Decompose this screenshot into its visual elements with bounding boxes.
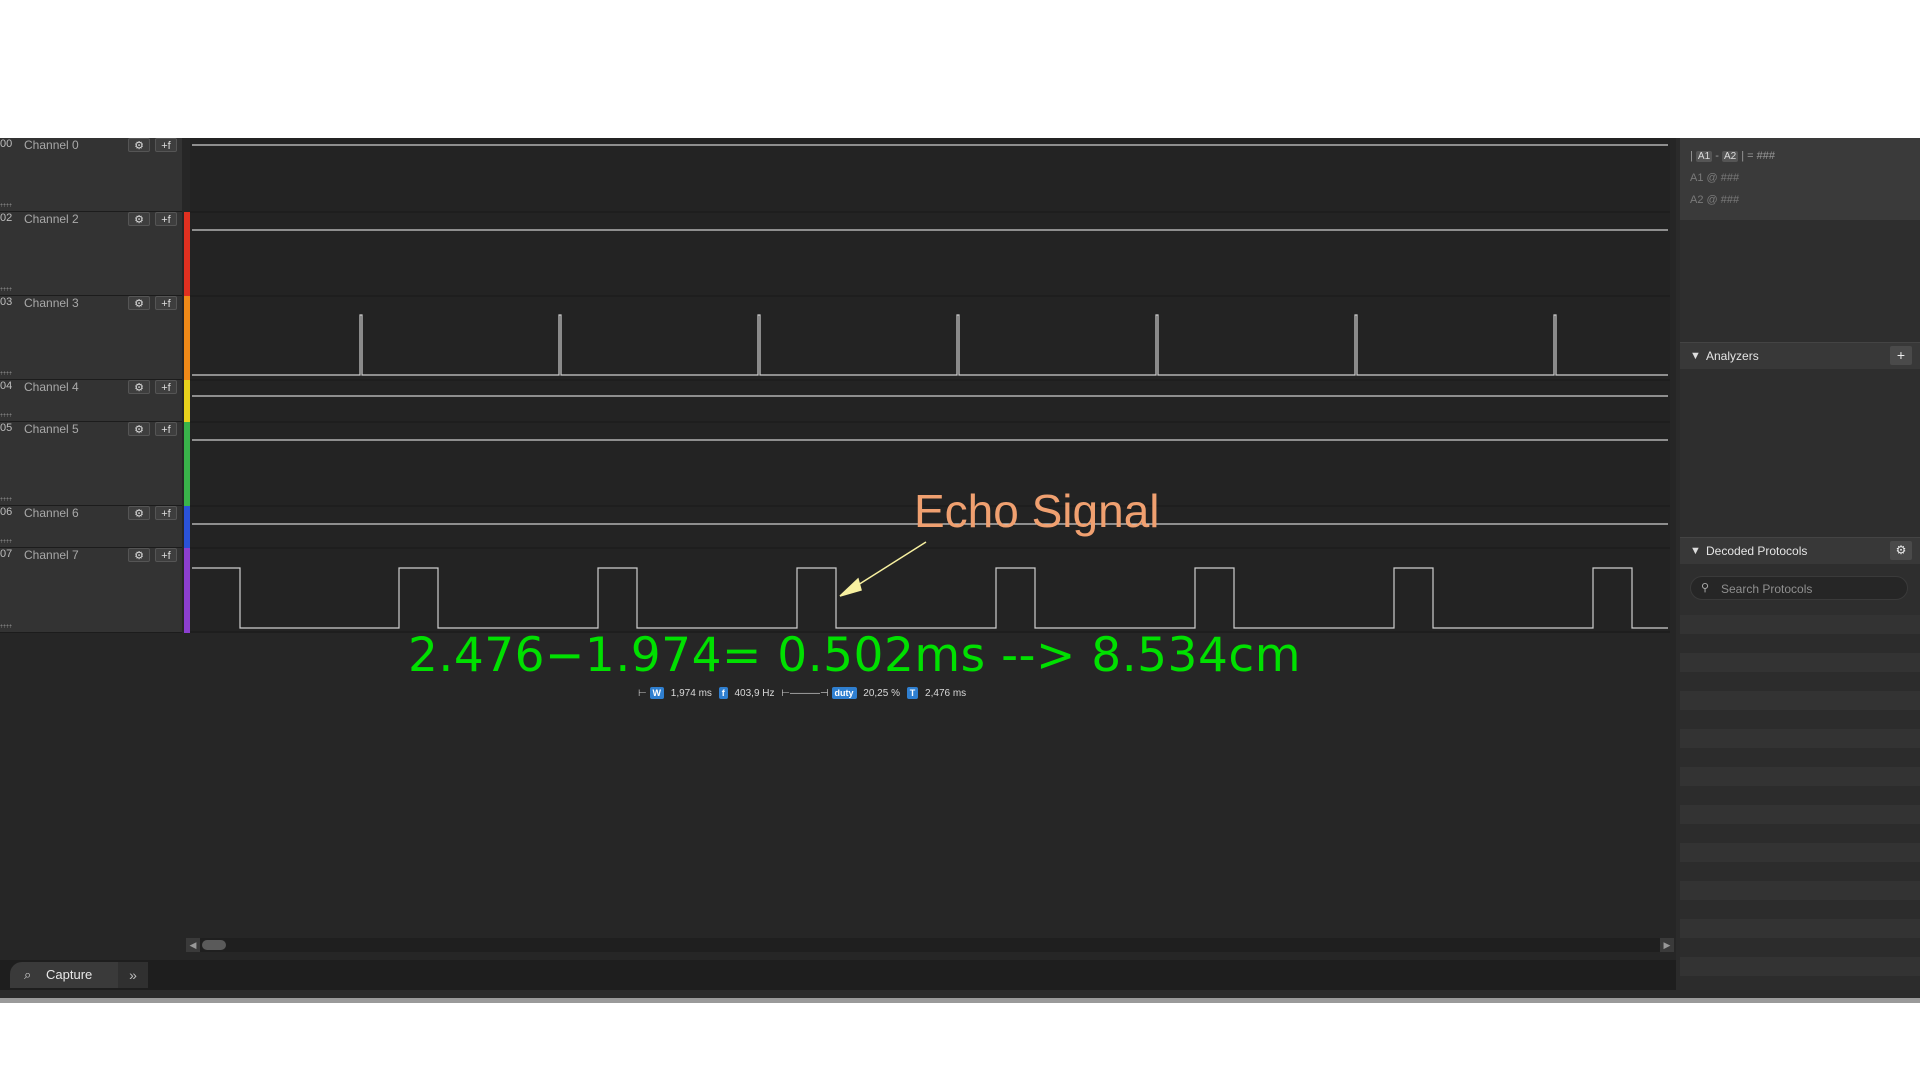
drag-handle[interactable] [0, 287, 12, 291]
timing-markers-panel: | A1 - A2 | = ### A1 @ ### A2 @ ### [1680, 138, 1920, 220]
drag-handle[interactable] [0, 203, 12, 207]
decoded-protocols-list[interactable] [1680, 615, 1920, 990]
gear-icon[interactable]: ⚙ [128, 506, 150, 520]
channel-name: Channel 6 [24, 506, 79, 520]
echo-signal-annotation: Echo Signal [914, 485, 1160, 537]
search-protocols-field[interactable]: ⚲ [1690, 576, 1908, 600]
scroll-thumb[interactable] [202, 940, 226, 950]
duty-tag: duty [831, 687, 857, 699]
drag-handle[interactable] [0, 539, 12, 543]
collapse-triangle-icon[interactable]: ▼ [1690, 343, 1701, 369]
more-tabs-button[interactable]: » [118, 962, 148, 988]
trigger-icon[interactable]: +f [155, 296, 177, 310]
channel-row-3[interactable]: 03 Channel 3 ⚙ +f [0, 296, 182, 380]
channel-number: 00 [0, 138, 13, 150]
echo-arrow-line [849, 541, 927, 591]
trigger-icon[interactable]: +f [155, 138, 177, 152]
channel-number: 06 [0, 506, 13, 518]
channel-labels: 00 Channel 0 ⚙ +f 02 Channel 2 ⚙ +f 03 C… [0, 138, 182, 633]
analyzers-header[interactable]: ▼ Analyzers + [1680, 342, 1920, 369]
channel-number: 03 [0, 296, 13, 308]
channel-number: 07 [0, 548, 13, 560]
channel-name: Channel 2 [24, 212, 79, 226]
gear-icon[interactable]: ⚙ [128, 422, 150, 436]
trigger-icon[interactable]: +f [155, 506, 177, 520]
right-sidebar: | A1 - A2 | = ### A1 @ ### A2 @ ### ▼ An… [1680, 138, 1920, 990]
marker-a1-position: A1 @ ### [1690, 172, 1740, 184]
period-value: 2,476 ms [925, 687, 967, 699]
trigger-icon[interactable]: +f [155, 548, 177, 562]
channel-number: 04 [0, 380, 13, 392]
gear-icon[interactable]: ⚙ [1890, 541, 1912, 560]
duty-value: 20,25 % [863, 687, 900, 699]
width-tag: W [649, 687, 664, 699]
period-tag: T [906, 687, 919, 699]
drag-handle[interactable] [0, 371, 12, 375]
width-value: 1,974 ms [670, 687, 712, 699]
scroll-right-icon[interactable]: ▶ [1660, 938, 1674, 952]
marker-delta-value: = ### [1747, 150, 1776, 162]
window-bottom-edge [0, 998, 1920, 1003]
waveform-channel-7 [192, 567, 1668, 629]
marker-a1-badge[interactable]: A1 [1695, 151, 1713, 162]
channel-number: 05 [0, 422, 13, 434]
bottom-tab-bar: ⌕ Capture » [0, 960, 1676, 990]
search-protocols-input[interactable] [1719, 579, 1903, 599]
trigger-icon[interactable]: +f [155, 380, 177, 394]
add-analyzer-button[interactable]: + [1890, 346, 1912, 365]
waveform-channel-3 [192, 314, 1668, 376]
capture-icon: ⌕ [24, 967, 32, 982]
gear-icon[interactable]: ⚙ [128, 380, 150, 394]
pipe: | [1690, 150, 1693, 162]
channel-number: 02 [0, 212, 13, 224]
analyzers-title: Analyzers [1706, 349, 1759, 363]
horizontal-scrollbar[interactable]: ◀ ▶ [186, 938, 1674, 952]
channel-name: Channel 5 [24, 422, 79, 436]
main-area: 00 Channel 0 ⚙ +f 02 Channel 2 ⚙ +f 03 C… [0, 138, 1676, 990]
channel-name: Channel 0 [24, 138, 79, 152]
minus-sign: - [1715, 150, 1719, 162]
marker-a2-position: A2 @ ### [1690, 194, 1740, 206]
decoded-protocols-header[interactable]: ▼ Decoded Protocols ⚙ [1680, 537, 1920, 564]
channel-name: Channel 7 [24, 548, 79, 562]
distance-formula-annotation: 2.476−1.974= 0.502ms --> 8.534cm [408, 628, 1301, 683]
echo-arrow-head [839, 577, 862, 597]
drag-handle[interactable] [0, 624, 12, 628]
gear-icon[interactable]: ⚙ [128, 138, 150, 152]
waveform-view[interactable] [190, 138, 1670, 633]
channel-row-0[interactable]: 00 Channel 0 ⚙ +f [0, 138, 182, 212]
search-icon: ⚲ [1701, 582, 1710, 594]
waveforms [190, 144, 1670, 633]
channel-name: Channel 3 [24, 296, 79, 310]
channel-row-5[interactable]: 05 Channel 5 ⚙ +f [0, 422, 182, 506]
frequency-tag: f [718, 687, 728, 699]
channel-row-2[interactable]: 02 Channel 2 ⚙ +f [0, 212, 182, 296]
trigger-icon[interactable]: +f [155, 212, 177, 226]
gear-icon[interactable]: ⚙ [128, 548, 150, 562]
drag-handle[interactable] [0, 413, 12, 417]
pipe: | [1741, 150, 1745, 162]
marker-a2-badge[interactable]: A2 [1721, 151, 1739, 162]
collapse-triangle-icon[interactable]: ▼ [1690, 538, 1701, 564]
channel-row-4[interactable]: 04 Channel 4 ⚙ +f [0, 380, 182, 422]
channel-row-7[interactable]: 07 Channel 7 ⚙ +f [0, 548, 182, 633]
channel-name: Channel 4 [24, 380, 79, 394]
gear-icon[interactable]: ⚙ [128, 212, 150, 226]
logic-analyzer-window: 00 Channel 0 ⚙ +f 02 Channel 2 ⚙ +f 03 C… [0, 138, 1920, 1001]
channel-row-6[interactable]: 06 Channel 6 ⚙ +f [0, 506, 182, 548]
pulse-measurement: ⊢ W 1,974 ms f 403,9 Hz ⊢———⊣ duty 20,25… [638, 687, 967, 699]
frequency-value: 403,9 Hz [734, 687, 775, 699]
gear-icon[interactable]: ⚙ [128, 296, 150, 310]
decoded-protocols-title: Decoded Protocols [1706, 544, 1808, 558]
scroll-left-icon[interactable]: ◀ [186, 938, 200, 952]
trigger-icon[interactable]: +f [155, 422, 177, 436]
capture-label: Capture [46, 967, 93, 982]
drag-handle[interactable] [0, 497, 12, 501]
